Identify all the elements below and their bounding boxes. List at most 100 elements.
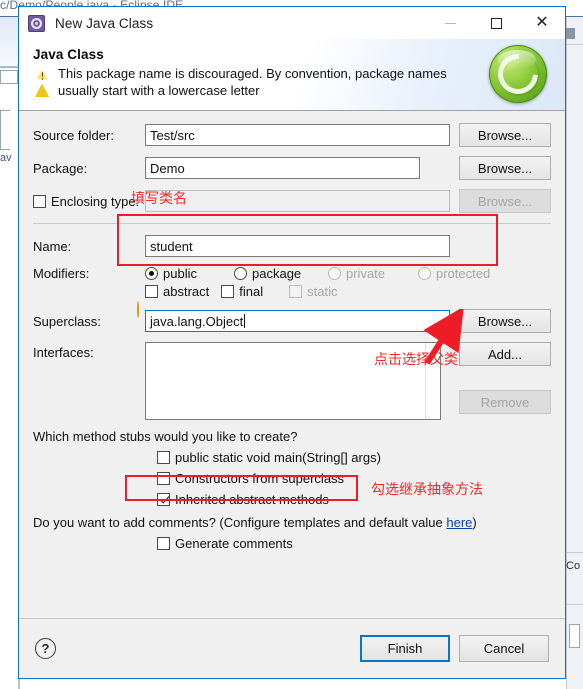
new-java-class-icon [28,14,45,32]
status-message-row: This package name is discouraged. By con… [33,65,551,99]
name-label: Name: [33,238,72,254]
page-title: Java Class [33,47,104,62]
interfaces-label: Interfaces: [33,345,94,360]
checkbox-static-icon [289,285,303,298]
comments-question-prefix: Do you want to add comments? (Configure … [33,515,447,530]
superclass-browse-button[interactable]: Browse... [459,309,551,333]
radio-private-label: private [346,266,386,281]
checkbox-abstract-label: abstract [163,284,210,299]
radio-protected-icon [418,267,431,280]
stub-option-inherited[interactable]: Inherited abstract methods [157,492,551,507]
radio-package-label: package [252,266,302,281]
interfaces-row: Interfaces: Add... Remove [33,342,551,420]
annotation-click-select-superclass: 点击选择父类 [374,352,458,368]
radio-package-icon [234,267,247,280]
source-folder-input[interactable]: Test/src [145,124,450,146]
checkbox-final-icon [221,285,235,298]
annotation-check-inherited-abstract: 勾选继承抽象方法 [371,482,483,498]
enclosing-type-checkbox[interactable] [33,194,46,208]
finish-button[interactable]: Finish [360,635,450,662]
maximize-button[interactable] [473,7,519,39]
dialog-title: New Java Class [55,15,154,31]
stub-option-constructors[interactable]: Constructors from superclass [157,471,551,486]
package-label: Package: [33,160,88,176]
modifier-checkbox-group: abstract final static [145,284,349,299]
modifier-flags-row: abstract final static [33,284,551,299]
new-java-class-dialog: New Java Class ✕ Java Class This package… [18,6,566,679]
modifier-radio-protected[interactable]: protected [418,266,490,281]
enclosing-type-label-group[interactable]: Enclosing type: [33,194,145,209]
radio-public-label: public [163,266,197,281]
modifier-checkbox-final[interactable]: final [221,284,263,299]
modifier-checkbox-static[interactable]: static [289,284,337,299]
ide-right-column [566,17,583,689]
ide-right-divider [566,44,583,45]
source-folder-row: Source folder: Test/src Browse... [33,123,551,147]
ide-left-ruler [0,110,10,150]
dialog-body: Source folder: Test/src Browse... Packag… [19,111,565,618]
warning-icon [35,67,50,97]
ide-right-scrollthumb [569,624,580,648]
close-button[interactable]: ✕ [519,7,565,39]
name-row: Name: student [33,235,551,257]
superclass-row: Superclass: java.lang.Object Browse... [33,301,551,333]
checkbox-inherited-icon [157,493,170,506]
modifier-radio-public[interactable]: public [145,266,222,281]
ide-right-divider-2 [566,552,583,553]
stub-main-label: public static void main(String[] args) [175,450,381,465]
radio-private-icon [328,267,341,280]
modifiers-row: Modifiers: public package private protec… [33,266,551,281]
cancel-button[interactable]: Cancel [459,635,549,662]
modifier-radio-group: public package private protected [145,266,502,281]
package-row: Package: Demo Browse... [33,156,551,180]
dialog-header: Java Class This package name is discoura… [19,39,565,111]
text-caret [244,314,246,328]
generate-comments-option[interactable]: Generate comments [157,536,551,551]
stub-inherited-label: Inherited abstract methods [175,492,329,507]
source-folder-label: Source folder: [33,127,114,143]
lightbulb-icon [137,301,146,318]
name-input[interactable]: student [145,235,450,257]
annotation-fill-class-name: 填写类名 [131,191,187,207]
checkbox-main-icon [157,451,170,464]
help-button[interactable]: ? [35,638,56,659]
method-stubs-question: Which method stubs would you like to cre… [33,429,298,444]
stub-option-main[interactable]: public static void main(String[] args) [157,450,551,465]
modifier-radio-private[interactable]: private [328,266,406,281]
configure-templates-link[interactable]: here [446,515,472,530]
source-folder-browse-button[interactable]: Browse... [459,123,551,147]
checkbox-final-label: final [239,284,264,299]
superclass-value: java.lang.Object [150,313,244,329]
dialog-titlebar[interactable]: New Java Class ✕ [19,7,565,39]
ide-left-widget [0,70,18,84]
modifiers-label: Modifiers: [33,266,90,281]
interfaces-add-button[interactable]: Add... [459,342,551,366]
comments-question: Do you want to add comments? (Configure … [33,515,551,530]
interfaces-remove-button[interactable]: Remove [459,390,551,414]
enclosing-type-input[interactable] [145,190,450,212]
ide-right-divider-3 [566,604,583,605]
package-input[interactable]: Demo [145,157,420,179]
ide-right-icon [566,28,575,39]
enclosing-type-row: Enclosing type: Browse... [33,189,551,213]
radio-protected-label: protected [436,266,491,281]
stub-constructors-label: Constructors from superclass [175,471,345,486]
minimize-button[interactable] [427,7,473,39]
superclass-label: Superclass: [33,313,101,329]
ide-left-text: av [0,152,12,164]
checkbox-generate-comments-icon [157,537,170,550]
status-message: This package name is discouraged. By con… [58,66,447,98]
modifier-radio-package[interactable]: package [234,266,316,281]
checkbox-abstract-icon [145,285,158,298]
package-browse-button[interactable]: Browse... [459,156,551,180]
green-c-logo-icon [489,45,547,103]
modifier-checkbox-abstract[interactable]: abstract [145,284,209,299]
checkbox-static-label: static [307,284,338,299]
radio-public-icon [145,267,158,280]
generate-comments-label: Generate comments [175,536,293,551]
ide-right-label: Co [566,560,581,572]
enclosing-type-browse-button[interactable]: Browse... [459,189,551,213]
checkbox-constructors-icon [157,472,170,485]
dialog-footer: ? Finish Cancel [19,618,565,678]
footer-actions: Finish Cancel [360,635,549,662]
